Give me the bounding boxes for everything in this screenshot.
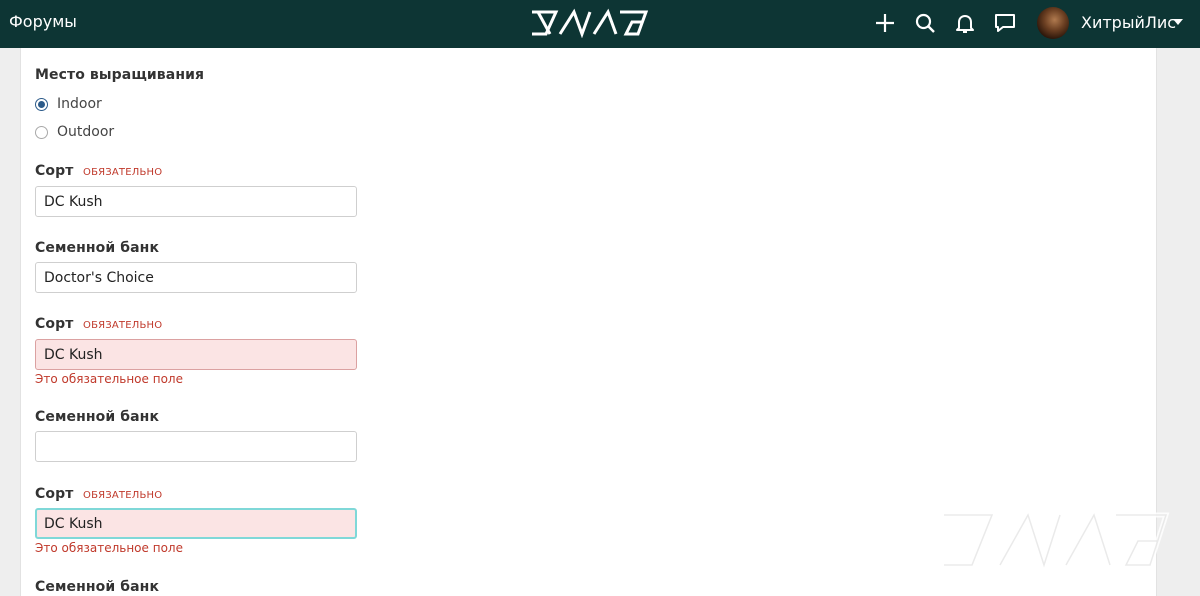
chat-icon[interactable] [993,11,1017,35]
strain-label: Сорт [35,316,74,332]
watermark-logo [944,508,1170,574]
grow-place-label: Место выращивания [35,67,205,83]
error-message: Это обязательное поле [35,372,183,386]
bell-icon[interactable] [953,11,977,35]
site-logo[interactable] [530,8,650,38]
radio-outdoor-label[interactable]: Outdoor [57,124,114,140]
forums-link[interactable]: Форумы [9,12,77,31]
seedbank-input[interactable] [35,262,357,293]
seedbank-label: Семенной банк [35,240,160,256]
error-message: Это обязательное поле [35,541,183,555]
radio-indoor[interactable]: Indoor [35,95,102,113]
strain-label: Сорт [35,486,74,502]
strain-label: Сорт [35,163,74,179]
seedbank-input[interactable] [35,431,357,462]
seedbank-label: Семенной банк [35,579,160,595]
radio-outdoor-button[interactable] [35,125,48,139]
seedbank-label: Семенной банк [35,409,160,425]
top-navigation-bar: Форумы ХитрыйЛис [0,0,1200,48]
strain-input[interactable] [35,339,357,370]
strain-input[interactable] [35,186,357,217]
avatar[interactable] [1037,7,1069,39]
required-badge: ОБЯЗАТЕЛЬНО [83,320,163,331]
chevron-down-icon[interactable] [1173,19,1183,25]
radio-outdoor[interactable]: Outdoor [35,123,114,141]
strain-input[interactable] [35,508,357,539]
required-badge: ОБЯЗАТЕЛЬНО [83,490,163,501]
radio-indoor-label[interactable]: Indoor [57,96,102,112]
radio-indoor-button[interactable] [35,97,48,111]
required-badge: ОБЯЗАТЕЛЬНО [83,167,163,178]
search-icon[interactable] [913,11,937,35]
username-menu[interactable]: ХитрыйЛис [1081,13,1176,32]
plus-icon[interactable] [873,11,897,35]
